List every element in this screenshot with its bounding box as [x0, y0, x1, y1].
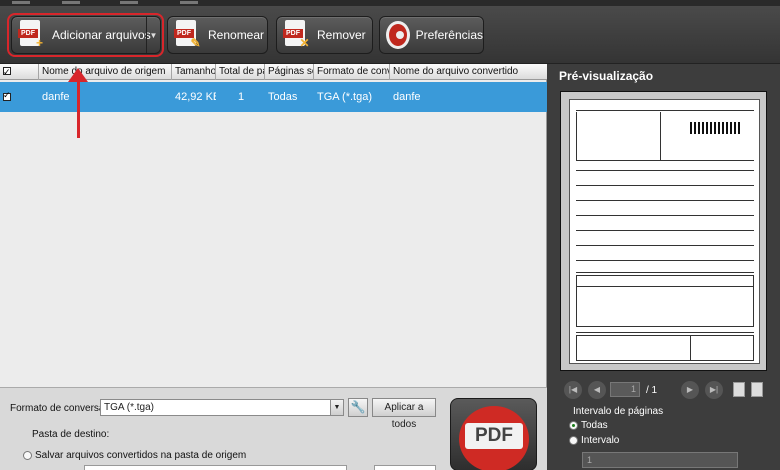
menu-item[interactable]	[12, 1, 30, 4]
document-icon[interactable]	[733, 382, 745, 397]
preview-frame	[560, 91, 767, 371]
annotation-arrowhead-icon	[68, 68, 88, 82]
last-page-icon[interactable]: ▶|	[705, 381, 723, 399]
nav-next-last: ▶ ▶|	[681, 380, 729, 400]
column-header[interactable]: Nome do arquivo de origem	[39, 64, 172, 80]
cell-output: danfe	[393, 91, 421, 103]
interval-label: Intervalo	[581, 435, 620, 446]
destination-label: Pasta de destino:	[32, 429, 110, 440]
apply-all-button[interactable]: Aplicar a todos	[372, 398, 436, 430]
gear-icon	[386, 21, 410, 49]
pdf-remove-icon: PDF ✕	[283, 20, 311, 50]
cell-name: danfe	[42, 91, 70, 103]
first-page-icon[interactable]: |◀	[564, 381, 582, 399]
file-list: Nome do arquivo de origem Tamanho Total …	[0, 64, 547, 387]
cell-size: 42,92 KB	[175, 91, 216, 103]
save-source-radio[interactable]	[23, 451, 32, 460]
preview-title: Pré-visualização	[559, 69, 654, 83]
convert-label: PDF	[465, 423, 523, 449]
menu-item[interactable]	[180, 1, 198, 4]
all-pages-radio[interactable]	[569, 421, 578, 430]
format-select[interactable]: TGA (*.tga) ▼	[100, 399, 344, 416]
row-checkbox[interactable]	[3, 90, 11, 101]
next-page-icon[interactable]: ▶	[681, 381, 699, 399]
interval-input[interactable]: 1	[582, 452, 738, 468]
browse-button[interactable]	[374, 465, 436, 470]
page-total: / 1	[646, 385, 658, 396]
rename-button[interactable]: PDF ✎ Renomear	[167, 16, 268, 54]
page-number-input[interactable]: 1	[610, 382, 640, 397]
column-header[interactable]: Páginas sel	[265, 64, 314, 80]
remove-label: Remover	[317, 28, 366, 42]
column-header[interactable]: Total de pá	[216, 64, 265, 80]
column-header[interactable]: Nome do arquivo convertido	[390, 64, 547, 80]
column-header[interactable]: Tamanho	[172, 64, 216, 80]
select-all-column[interactable]	[0, 64, 39, 80]
prev-page-icon[interactable]: ◀	[588, 381, 606, 399]
menu-item[interactable]	[62, 1, 80, 4]
convert-button[interactable]: PDF	[450, 398, 537, 470]
interval-radio[interactable]	[569, 436, 578, 445]
chevron-down-icon[interactable]: ▼	[330, 400, 343, 415]
preferences-button[interactable]: Preferências	[379, 16, 484, 54]
nav-first-prev: |◀ ◀	[564, 380, 612, 400]
menu-item[interactable]	[120, 1, 138, 4]
save-source-label: Salvar arquivos convertidos na pasta de …	[35, 450, 247, 461]
all-pages-label: Todas	[581, 420, 608, 431]
preferences-label: Preferências	[415, 28, 483, 42]
page-interval-title: Intervalo de páginas	[573, 406, 664, 417]
destination-path-input[interactable]	[84, 465, 347, 470]
highlight-box	[7, 13, 164, 57]
wrench-icon[interactable]: 🔧	[348, 398, 368, 417]
rename-label: Renomear	[208, 28, 265, 42]
conversion-panel: Formato de conversão: TGA (*.tga) ▼ 🔧 Ap…	[0, 387, 547, 470]
document-thumbnail	[569, 99, 760, 364]
document-export-icon[interactable]	[751, 382, 763, 397]
preview-panel: Pré-visualização |◀ ◀ 1 / 1 ▶ ▶| Interva…	[548, 64, 780, 470]
pdf-rename-icon: PDF ✎	[174, 20, 202, 50]
cell-total: 1	[238, 91, 245, 103]
format-label: Formato de conversão:	[10, 403, 113, 414]
remove-button[interactable]: PDF ✕ Remover	[276, 16, 373, 54]
cell-pages: Todas	[268, 91, 298, 103]
column-header[interactable]: Formato de conve	[314, 64, 390, 80]
format-value: TGA (*.tga)	[104, 402, 155, 413]
annotation-arrow-icon	[77, 78, 80, 138]
table-row[interactable]: danfe 42,92 KB 1 Todas TGA (*.tga) danfe	[0, 82, 547, 112]
select-all-checkbox[interactable]	[3, 64, 11, 80]
cell-format: TGA (*.tga)	[317, 91, 373, 103]
